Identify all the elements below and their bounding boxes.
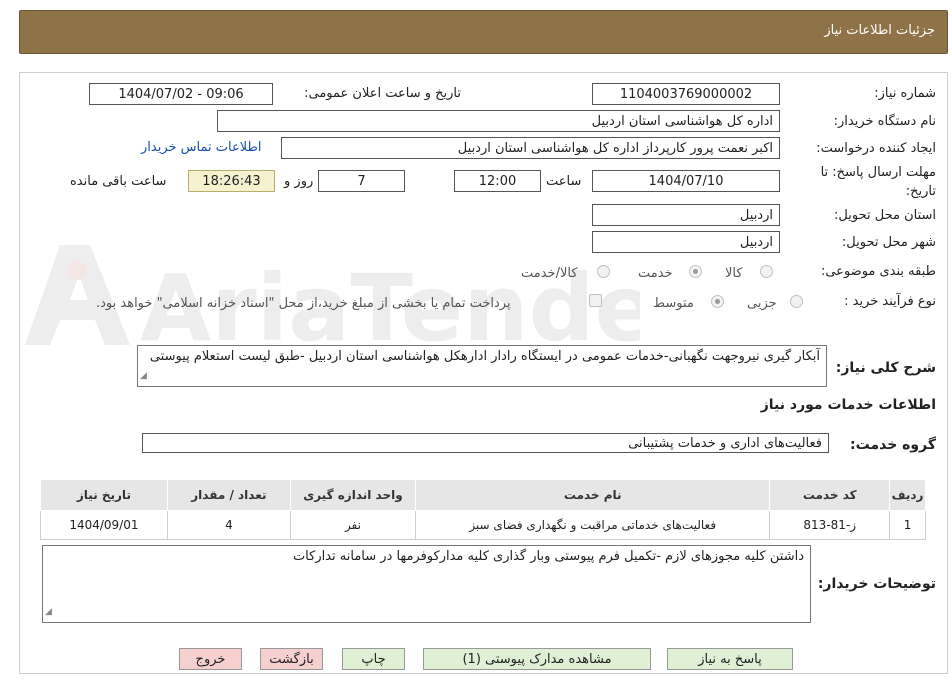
province-label: استان محل تحویل: (834, 208, 936, 223)
deadline-time-field: 12:00 (454, 170, 541, 192)
cell-unit: نفر (289, 510, 416, 540)
remaining-time-field: 18:26:43 (188, 170, 275, 192)
service-group-field: فعالیت‌های اداری و خدمات پشتیبانی (142, 433, 829, 453)
buyer-org-field: اداره کل هواشناسی استان اردبیل (217, 110, 780, 132)
cell-service-code: ز-81-813 (769, 510, 891, 540)
col-unit: واحد اندازه گیری (289, 479, 416, 511)
cell-need-date: 1404/09/01 (40, 510, 168, 540)
category-option-service: خدمت (638, 266, 673, 281)
payment-note: پرداخت تمام یا بخشی از مبلغ خرید،از محل … (96, 296, 511, 311)
description-textarea: آبکار گیری نیروجهت نگهبانی-خدمات عمومی د… (137, 345, 827, 387)
buyer-contact-link[interactable]: اطلاعات تماس خریدار (141, 140, 261, 155)
back-button[interactable]: بازگشت (260, 648, 323, 670)
category-option-goods-service: کالا/خدمت (521, 266, 578, 281)
services-section-title: اطلاعات خدمات مورد نیاز (760, 397, 936, 413)
service-group-label: گروه خدمت: (850, 437, 936, 453)
treasury-payment-checkbox[interactable] (589, 294, 602, 307)
col-service-name: نام خدمت (414, 479, 771, 511)
deadline-label-2: تاریخ: (905, 184, 936, 199)
process-option-medium: متوسط (653, 296, 694, 311)
need-number-label: شماره نیاز: (874, 86, 936, 101)
deadline-label: مهلت ارسال پاسخ: تا (820, 165, 936, 180)
print-button[interactable]: چاپ (342, 648, 405, 670)
province-field: اردبیل (592, 204, 780, 226)
buyer-notes-text: داشتن کلیه مجوزهای لازم -تکمیل فرم پیوست… (292, 549, 804, 564)
category-radio-goods[interactable] (760, 265, 773, 278)
category-option-goods: کالا (725, 266, 743, 281)
exit-button[interactable]: خروج (179, 648, 242, 670)
process-option-minor: جزیی (747, 296, 777, 311)
buyer-notes-textarea: داشتن کلیه مجوزهای لازم -تکمیل فرم پیوست… (42, 545, 811, 623)
deadline-date-field: 1404/07/10 (592, 170, 780, 192)
buyer-org-label: نام دستگاه خریدار: (833, 114, 936, 129)
cell-quantity: 4 (166, 510, 291, 540)
days-field: 7 (318, 170, 405, 192)
requester-field: اکبر نعمت پرور کارپرداز اداره کل هواشناس… (281, 137, 780, 159)
process-label: نوع فرآیند خرید : (844, 294, 936, 309)
requester-label: ایجاد کننده درخواست: (816, 141, 936, 156)
city-label: شهر محل تحویل: (841, 235, 936, 250)
category-label: طبقه بندی موضوعی: (820, 264, 936, 279)
resize-grip-icon[interactable]: ◢ (140, 368, 147, 385)
page-header: جزئیات اطلاعات نیاز (19, 10, 948, 54)
cell-row: 1 (889, 510, 926, 540)
buyer-notes-label: توضیحات خریدار: (817, 576, 936, 592)
col-quantity: تعداد / مقدار (166, 479, 291, 511)
category-radio-service[interactable] (689, 265, 702, 278)
col-row: ردیف (889, 479, 926, 511)
deadline-time-label: ساعت (546, 174, 582, 189)
view-attachments-button[interactable]: مشاهده مدارک پیوستی (1) (423, 648, 651, 670)
col-service-code: کد خدمت (769, 479, 891, 511)
category-radio-goods-service[interactable] (597, 265, 610, 278)
resize-grip-icon[interactable]: ◢ (45, 604, 52, 621)
process-radio-minor[interactable] (790, 295, 803, 308)
col-need-date: تاریخ نیاز (40, 479, 168, 511)
days-label: روز و (284, 174, 314, 189)
process-radio-medium[interactable] (711, 295, 724, 308)
page-title: جزئیات اطلاعات نیاز (824, 23, 935, 38)
description-label: شرح کلی نیاز: (835, 360, 936, 376)
services-table: ردیف کد خدمت نام خدمت واحد اندازه گیری ت… (40, 479, 926, 540)
need-number-field: 1104003769000002 (592, 83, 780, 105)
description-text: آبکار گیری نیروجهت نگهبانی-خدمات عمومی د… (149, 349, 820, 364)
reply-button[interactable]: پاسخ به نیاز (667, 648, 793, 670)
announce-label: تاریخ و ساعت اعلان عمومی: (304, 86, 461, 101)
city-field: اردبیل (592, 231, 780, 253)
cell-service-name: فعالیت‌های خدماتی مراقبت و نگهداری فضای … (414, 510, 771, 540)
table-row: 1 ز-81-813 فعالیت‌های خدماتی مراقبت و نگ… (40, 510, 926, 540)
remaining-label: ساعت باقی مانده (70, 174, 167, 189)
announce-field: 1404/07/02 - 09:06 (89, 83, 273, 105)
table-header-row: ردیف کد خدمت نام خدمت واحد اندازه گیری ت… (40, 479, 926, 511)
